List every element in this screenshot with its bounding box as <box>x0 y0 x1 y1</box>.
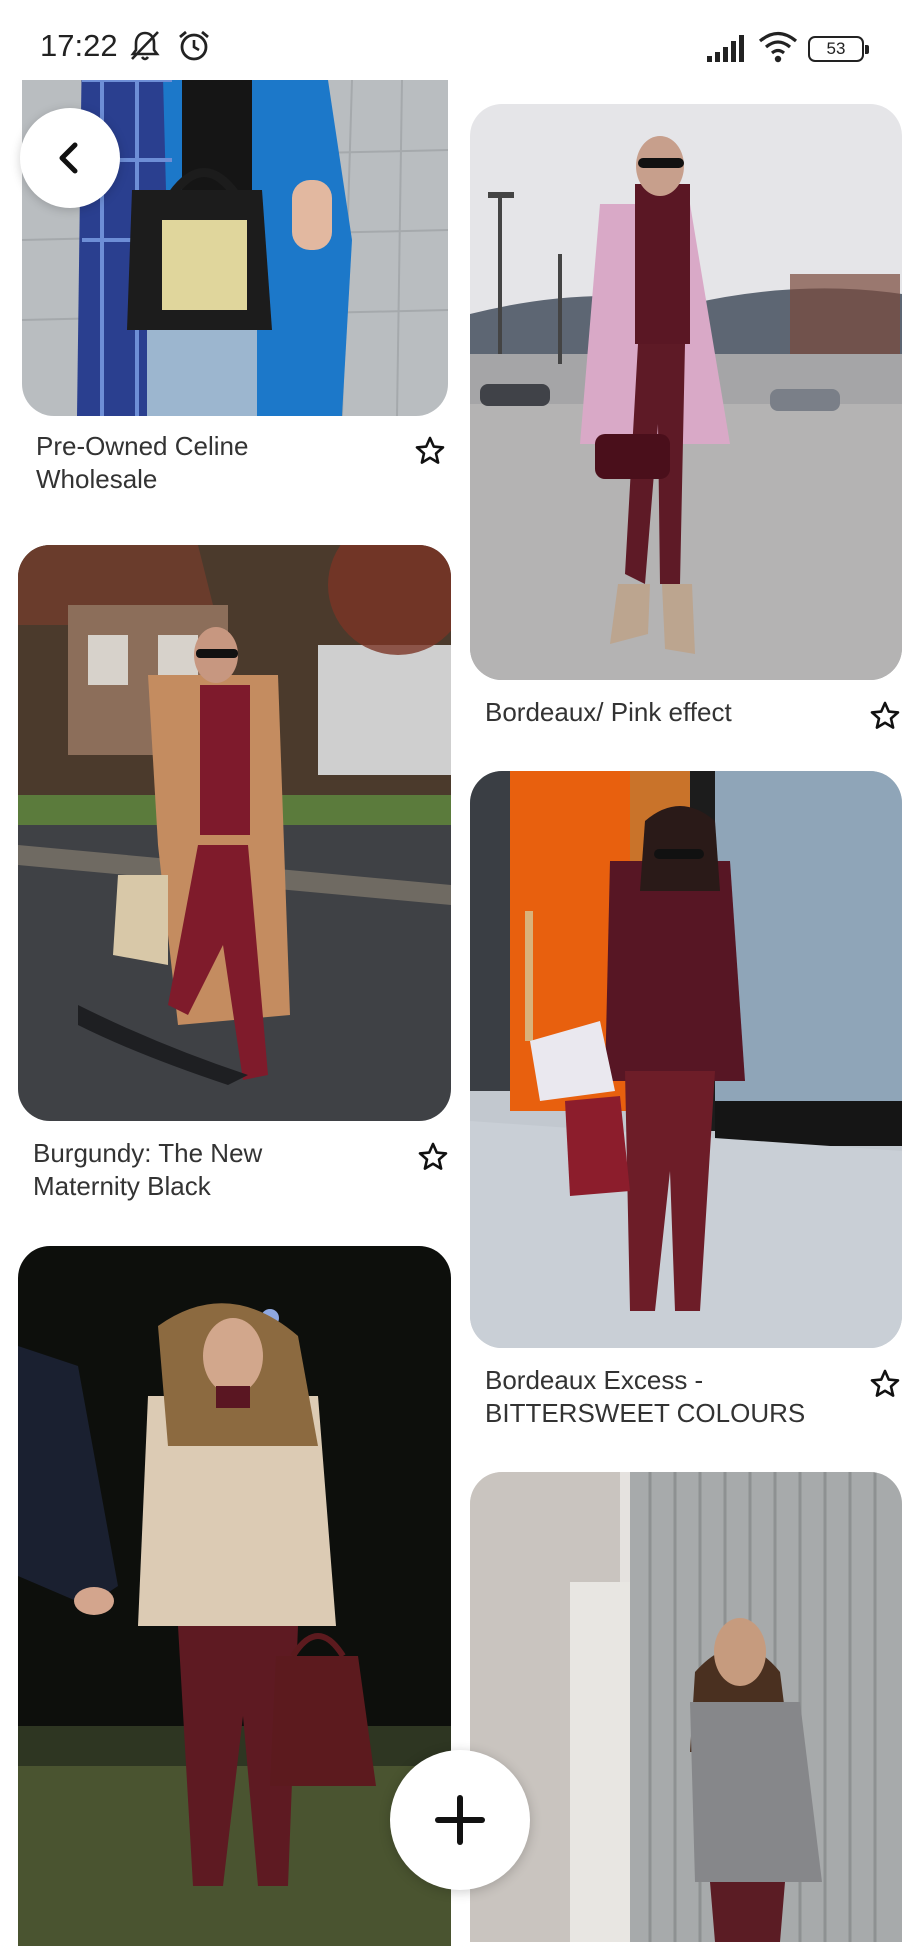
star-outline-icon[interactable] <box>869 700 901 732</box>
battery-indicator: 53 <box>808 36 869 62</box>
pin-image-blue-coat[interactable] <box>22 40 448 416</box>
star-outline-icon[interactable] <box>417 1141 449 1173</box>
pin-title[interactable]: Pre-Owned Celine Wholesale <box>36 430 366 496</box>
add-button[interactable] <box>390 1750 530 1890</box>
wifi-icon <box>758 31 798 63</box>
beige-coat-photo <box>18 1246 451 1946</box>
status-bar: 17:22 53 <box>0 0 921 80</box>
grey-sweater-photo <box>470 1472 902 1942</box>
star-outline-icon[interactable] <box>869 1368 901 1400</box>
pink-coat-photo <box>470 104 902 680</box>
pin-image-beige-coat[interactable] <box>18 1246 451 1946</box>
pin-image-burgundy-sweater[interactable] <box>470 771 902 1348</box>
status-time: 17:22 <box>40 28 118 63</box>
chevron-left-icon <box>59 142 78 174</box>
camel-coat-photo <box>18 545 451 1121</box>
pin-title[interactable]: Bordeaux Excess - BITTERSWEET COLOURS <box>485 1364 835 1430</box>
star-outline-icon[interactable] <box>414 435 446 467</box>
pin-title[interactable]: Bordeaux/ Pink effect <box>485 696 815 729</box>
pin-image-camel-coat[interactable] <box>18 545 451 1121</box>
burgundy-sweater-photo <box>470 771 902 1348</box>
muted-bell-icon <box>130 31 160 61</box>
blue-coat-photo <box>22 40 448 416</box>
alarm-icon <box>179 30 209 61</box>
signal-icon <box>707 35 744 62</box>
pin-title[interactable]: Burgundy: The New Maternity Black <box>33 1137 363 1203</box>
back-button[interactable] <box>20 108 120 208</box>
plus-icon <box>435 1795 485 1845</box>
pin-image-grey-sweater[interactable] <box>470 1472 902 1942</box>
pin-image-pink-coat[interactable] <box>470 104 902 680</box>
